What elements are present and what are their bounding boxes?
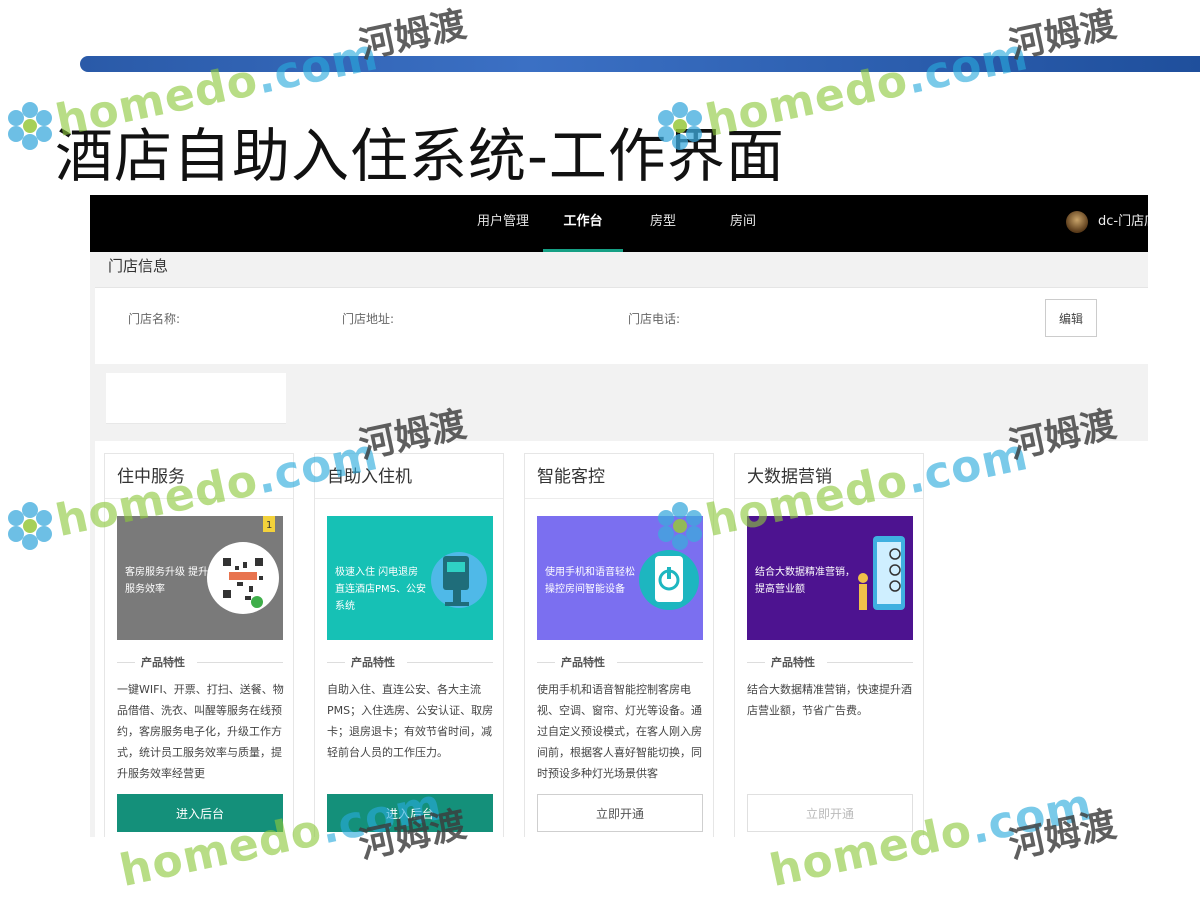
badge-count: 1 xyxy=(266,520,272,531)
store-phone-label: 门店电话: xyxy=(628,312,681,326)
card-title: 自助入住机 xyxy=(327,467,412,487)
slide-header-bar xyxy=(80,56,1200,72)
banner-image: 极速入住 闪电退房 直连酒店PMS、公安系统 xyxy=(327,516,493,640)
card-description: 一键WIFI、开票、打扫、送餐、物品借借、洗衣、叫醒等服务在线预约，客房服务电子… xyxy=(117,683,284,779)
card-description: 自助入住、直连公安、各大主流PMS；入住选房、公安认证、取房卡；退房退卡；有效节… xyxy=(327,683,494,759)
divider xyxy=(735,498,923,499)
enter-backend-button[interactable]: 进入后台 xyxy=(117,794,283,832)
user-name[interactable]: dc-门店店 xyxy=(1098,195,1148,249)
card-title: 智能客控 xyxy=(537,467,605,487)
card-big-data-marketing: 大数据营销 结合大数据精准营销，提高营业额 产品特性 结合大数据精准营销，快速提… xyxy=(734,453,924,837)
store-address-label: 门店地址: xyxy=(342,312,395,326)
activate-now-button[interactable]: 立即开通 xyxy=(747,794,913,832)
banner-image: 结合大数据精准营销，提高营业额 xyxy=(747,516,913,640)
power-icon xyxy=(639,550,699,610)
card-description: 使用手机和语音智能控制客房电视、空调、窗帘、灯光等设备。通过自定义预设模式，在客… xyxy=(537,683,702,779)
nav-item-workbench[interactable]: 工作台 xyxy=(552,195,614,252)
feature-heading: 产品特性 xyxy=(327,654,493,670)
store-info-heading: 门店信息 xyxy=(108,257,169,275)
qr-code-icon: 1 xyxy=(207,516,279,614)
divider xyxy=(315,498,503,499)
nav-item-rooms[interactable]: 房间 xyxy=(718,195,768,252)
store-info-panel: 门店名称: 门店地址: 门店电话: 编辑 xyxy=(95,287,1148,364)
edit-button[interactable]: 编辑 xyxy=(1045,299,1097,337)
avatar[interactable] xyxy=(1066,211,1088,233)
active-tab-indicator xyxy=(543,249,623,252)
app-screenshot: 用户管理 工作台 房型 房间 dc-门店店 门店信息 门店名称: 门店地址: 门… xyxy=(90,195,1148,837)
phone-analytics-icon xyxy=(858,536,905,610)
enter-backend-button[interactable]: 进入后台 xyxy=(327,794,493,832)
card-title: 大数据营销 xyxy=(747,467,832,487)
card-description: 结合大数据精准营销，快速提升酒店营业额，节省广告费。 xyxy=(747,683,912,717)
slide-title: 酒店自助入住系统-工作界面 xyxy=(55,122,785,190)
activate-now-button[interactable]: 立即开通 xyxy=(537,794,703,832)
card-title: 住中服务 xyxy=(117,467,185,487)
nav-item-room-type[interactable]: 房型 xyxy=(638,195,688,252)
divider xyxy=(525,498,713,499)
nav-item-user-management[interactable]: 用户管理 xyxy=(472,195,534,252)
blank-panel xyxy=(106,373,286,424)
card-smart-room-control: 智能客控 使用手机和语音轻松操控房间智能设备 产品特性 使用手机和语音智能控制客… xyxy=(524,453,714,837)
homedo-flower-logo-icon xyxy=(8,102,52,150)
product-cards-area: 住中服务 客房服务升级 提升服务效率 1 产品特性 一键WIFI、开票、打扫、送… xyxy=(95,441,1148,837)
divider xyxy=(105,498,293,499)
store-name-label: 门店名称: xyxy=(128,312,181,326)
feature-heading: 产品特性 xyxy=(537,654,703,670)
feature-heading: 产品特性 xyxy=(747,654,913,670)
top-nav: 用户管理 工作台 房型 房间 dc-门店店 xyxy=(90,195,1148,252)
banner-image: 使用手机和语音轻松操控房间智能设备 xyxy=(537,516,703,640)
feature-heading: 产品特性 xyxy=(117,654,283,670)
banner-image: 客房服务升级 提升服务效率 1 xyxy=(117,516,283,640)
card-in-stay-service: 住中服务 客房服务升级 提升服务效率 1 产品特性 一键WIFI、开票、打扫、送… xyxy=(104,453,294,837)
card-self-checkin-kiosk: 自助入住机 极速入住 闪电退房 直连酒店PMS、公安系统 产品特性 自助入住、直… xyxy=(314,453,504,837)
homedo-flower-logo-icon xyxy=(8,502,52,550)
kiosk-icon xyxy=(431,552,487,608)
